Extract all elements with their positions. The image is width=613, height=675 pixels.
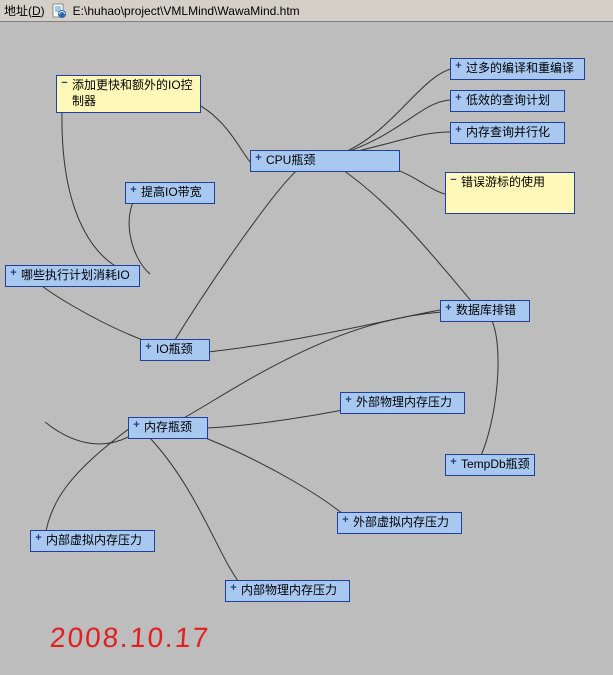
expand-icon[interactable]: +: [143, 343, 154, 354]
expand-icon[interactable]: +: [343, 396, 354, 407]
edge-layer: [0, 22, 613, 675]
expand-icon[interactable]: +: [228, 584, 239, 595]
node-label: 添加更快和额外的IO控制器: [72, 78, 196, 109]
node-int-virt-mem[interactable]: + 内部虚拟内存压力: [30, 530, 155, 552]
node-label: 内部物理内存压力: [241, 583, 337, 599]
mindmap-canvas[interactable]: − 添加更快和额外的IO控制器 + CPU瓶颈 + 过多的编译和重编译 + 低效…: [0, 22, 613, 675]
node-label: CPU瓶颈: [266, 153, 315, 169]
node-bad-query-plan[interactable]: + 低效的查询计划: [450, 90, 565, 112]
address-label-prefix: 地址(: [4, 4, 32, 18]
node-io-controller[interactable]: − 添加更快和额外的IO控制器: [56, 75, 201, 113]
address-label-suffix: ): [41, 4, 45, 18]
edge: [208, 310, 440, 352]
address-label: 地址(D): [4, 2, 45, 19]
address-bar: 地址(D) E:\huhao\project\VMLMind\WawaMind.…: [0, 0, 613, 22]
node-increase-io-bw[interactable]: + 提高IO带宽: [125, 182, 215, 204]
node-label: TempDb瓶颈: [461, 457, 530, 473]
address-hotkey: D: [32, 4, 41, 18]
node-cursor-misuse[interactable]: − 错误游标的使用: [445, 172, 575, 214]
collapse-icon[interactable]: −: [448, 176, 459, 187]
node-label: 哪些执行计划消耗IO: [21, 268, 130, 284]
edge: [45, 428, 130, 537]
expand-icon[interactable]: +: [33, 534, 44, 545]
node-label: 错误游标的使用: [461, 175, 545, 191]
expand-icon[interactable]: +: [453, 62, 464, 73]
node-label: 内存瓶颈: [144, 420, 192, 436]
node-io-bottleneck[interactable]: + IO瓶颈: [140, 339, 210, 361]
edge: [190, 432, 350, 520]
edge: [332, 67, 460, 157]
edge: [45, 422, 130, 444]
edge: [332, 100, 450, 157]
expand-icon[interactable]: +: [453, 94, 464, 105]
expand-icon[interactable]: +: [443, 304, 454, 315]
node-label: 内部虚拟内存压力: [46, 533, 142, 549]
node-label: IO瓶颈: [156, 342, 193, 358]
node-tempdb-bottleneck[interactable]: + TempDb瓶颈: [445, 454, 535, 476]
edge: [129, 192, 150, 274]
node-label: 内存查询并行化: [466, 125, 550, 141]
node-label: 低效的查询计划: [466, 93, 550, 109]
node-label: 外部虚拟内存压力: [353, 515, 449, 531]
node-label: 数据库排错: [456, 303, 516, 319]
edge: [478, 317, 498, 462]
expand-icon[interactable]: +: [448, 458, 459, 469]
expand-icon[interactable]: +: [453, 126, 464, 137]
ie-page-icon: [51, 3, 67, 19]
node-label: 提高IO带宽: [141, 185, 202, 201]
node-ext-virt-mem[interactable]: + 外部虚拟内存压力: [337, 512, 462, 534]
node-label: 过多的编译和重编译: [466, 61, 574, 77]
collapse-icon[interactable]: −: [59, 79, 70, 90]
node-more-compile[interactable]: + 过多的编译和重编译: [450, 58, 585, 80]
node-mem-parallel[interactable]: + 内存查询并行化: [450, 122, 565, 144]
address-path[interactable]: E:\huhao\project\VMLMind\WawaMind.htm: [73, 4, 300, 18]
expand-icon[interactable]: +: [340, 516, 351, 527]
expand-icon[interactable]: +: [131, 421, 142, 432]
node-ext-phys-mem[interactable]: + 外部物理内存压力: [340, 392, 465, 414]
node-cpu-bottleneck[interactable]: + CPU瓶颈: [250, 150, 400, 172]
edge: [150, 438, 243, 587]
node-int-phys-mem[interactable]: + 内部物理内存压力: [225, 580, 350, 602]
node-which-plans-io[interactable]: + 哪些执行计划消耗IO: [5, 265, 140, 287]
expand-icon[interactable]: +: [253, 154, 264, 165]
expand-icon[interactable]: +: [128, 186, 139, 197]
node-db-troubleshoot[interactable]: + 数据库排错: [440, 300, 530, 322]
expand-icon[interactable]: +: [8, 269, 19, 280]
node-label: 外部物理内存压力: [356, 395, 452, 411]
node-mem-bottleneck[interactable]: + 内存瓶颈: [128, 417, 208, 439]
handwritten-date: 2008.10.17: [49, 622, 211, 654]
